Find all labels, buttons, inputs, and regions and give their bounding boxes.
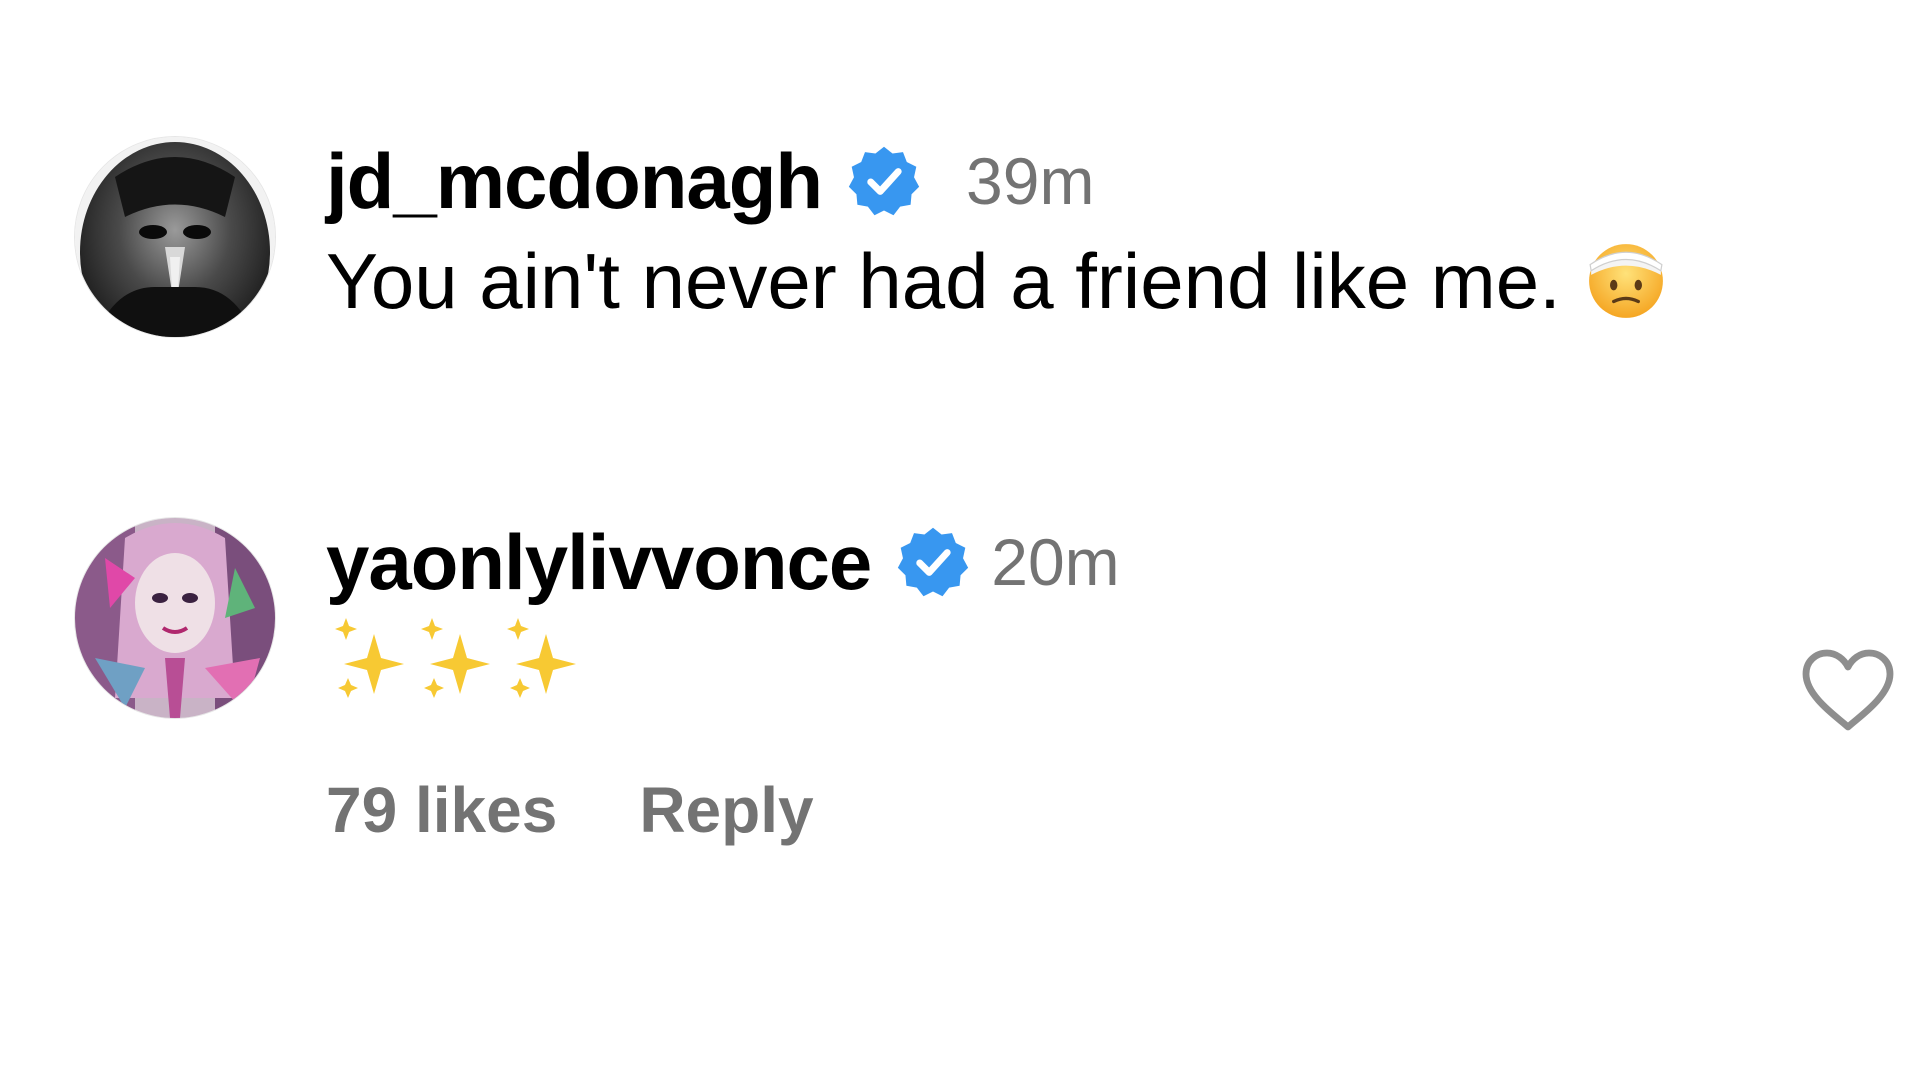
comment-timestamp: 39m (966, 144, 1095, 218)
avatar-image-jd (75, 137, 275, 337)
sparkles-icon (335, 618, 576, 698)
avatar-image-liv (75, 518, 275, 718)
comment-timestamp: 20m (991, 525, 1120, 599)
comment-text: You ain't never had a friend like me. (326, 236, 1561, 325)
verified-badge-icon (898, 527, 969, 597)
username[interactable]: jd_mcdonagh (326, 136, 823, 227)
avatar[interactable] (74, 136, 276, 338)
likes-count[interactable]: 79 likes (326, 773, 557, 847)
reply-button[interactable]: Reply (639, 773, 813, 847)
verified-badge-icon (848, 146, 920, 216)
avatar[interactable] (74, 517, 276, 719)
bandage-face-emoji (1588, 244, 1663, 318)
heart-icon[interactable] (1800, 647, 1896, 735)
username[interactable]: yaonlylivvonce (326, 517, 872, 608)
